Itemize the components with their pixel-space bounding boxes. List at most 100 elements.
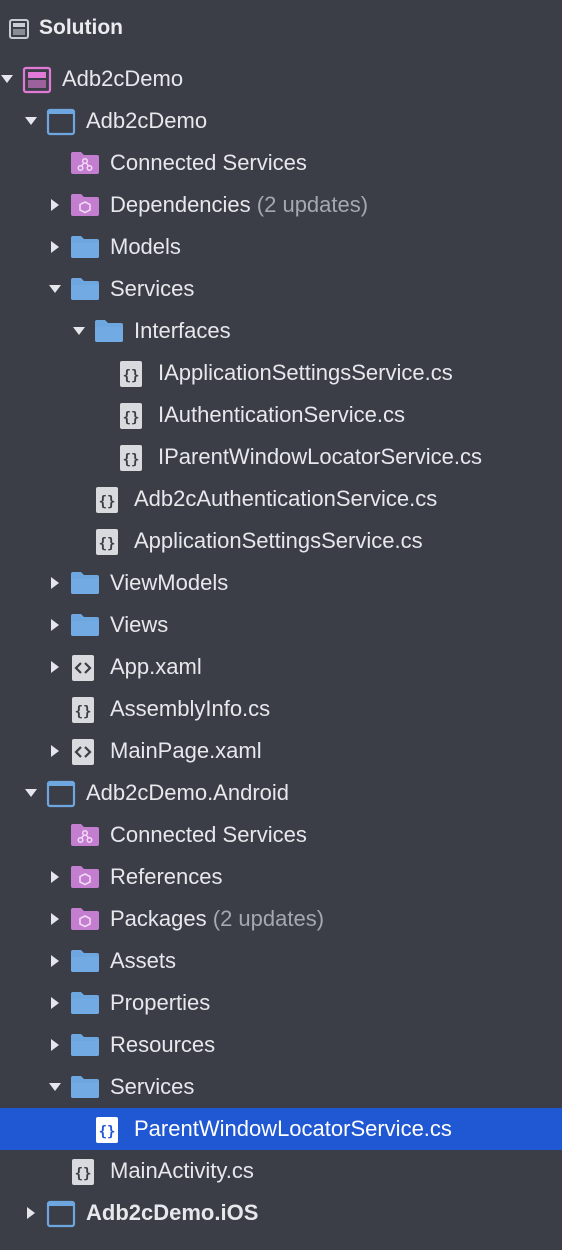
disclosure-collapsed-icon[interactable] — [48, 898, 62, 940]
disclosure-collapsed-icon[interactable] — [48, 940, 62, 982]
tree-item[interactable]: Connected Services — [0, 814, 562, 856]
tree-item[interactable]: App.xaml — [0, 646, 562, 688]
tree-item[interactable]: Resources — [0, 1024, 562, 1066]
folder-icon — [70, 276, 99, 302]
disclosure-collapsed-icon[interactable] — [48, 730, 62, 772]
svg-text:{}: {} — [75, 704, 92, 720]
package-folder-icon — [70, 864, 99, 890]
folder-icon — [70, 948, 99, 974]
disclosure-collapsed-icon[interactable] — [48, 184, 62, 226]
tree-item[interactable]: {} Adb2cAuthenticationService.cs — [0, 478, 562, 520]
svg-text:{}: {} — [75, 1166, 92, 1182]
tree-item[interactable]: Packages (2 updates) — [0, 898, 562, 940]
tree-item-label: ParentWindowLocatorService.cs — [134, 1116, 452, 1141]
tree-item[interactable]: Services — [0, 1066, 562, 1108]
tree-item[interactable]: Adb2cDemo.Android — [0, 772, 562, 814]
tree-item-label: Services — [110, 1074, 195, 1099]
svg-text:{}: {} — [99, 494, 116, 510]
tree-item[interactable]: Adb2cDemo — [0, 100, 562, 142]
solution-header: Solution — [0, 0, 562, 58]
tree-item-label: Properties — [110, 990, 211, 1015]
disclosure-expanded-icon[interactable] — [48, 268, 62, 310]
tree-item-label: IParentWindowLocatorService.cs — [158, 444, 483, 469]
xaml-file-icon — [70, 654, 98, 681]
disclosure-collapsed-icon[interactable] — [24, 1192, 38, 1234]
tree-item[interactable]: Models — [0, 226, 562, 268]
svg-text:{}: {} — [123, 452, 140, 468]
folder-icon — [94, 318, 123, 344]
tree-item-label: Connected Services — [110, 822, 307, 847]
tree-item-label: MainActivity.cs — [110, 1158, 254, 1183]
tree-item-label: Views — [110, 612, 169, 637]
csharp-file-icon: {} — [94, 1116, 122, 1143]
tree-item[interactable]: ViewModels — [0, 562, 562, 604]
csharp-file-icon: {} — [94, 486, 122, 513]
tree-item-label: MainPage.xaml — [110, 738, 262, 763]
update-count-label: (2 updates) — [250, 192, 369, 217]
tree-item[interactable]: Adb2cDemo — [0, 58, 562, 100]
disclosure-expanded-icon[interactable] — [24, 772, 38, 814]
tree-item[interactable]: MainPage.xaml — [0, 730, 562, 772]
tree-item[interactable]: Connected Services — [0, 142, 562, 184]
tree-item-label: References — [110, 864, 223, 889]
tree-item-label: AssemblyInfo.cs — [110, 696, 271, 721]
tree-item[interactable]: {} IParentWindowLocatorService.cs — [0, 436, 562, 478]
disclosure-collapsed-icon[interactable] — [48, 856, 62, 898]
tree-item-label: Adb2cDemo — [62, 66, 184, 91]
tree-item-label: IApplicationSettingsService.cs — [158, 360, 453, 385]
tree-item-label: Connected Services — [110, 150, 307, 175]
tree-item[interactable]: {} IAuthenticationService.cs — [0, 394, 562, 436]
tree-item-label: Packages (2 updates) — [110, 906, 325, 931]
disclosure-collapsed-icon[interactable] — [48, 562, 62, 604]
tree-item[interactable]: Services — [0, 268, 562, 310]
tree-item-label: Models — [110, 234, 181, 259]
csharp-file-icon: {} — [118, 402, 146, 429]
package-folder-icon — [70, 192, 99, 218]
disclosure-expanded-icon[interactable] — [24, 100, 38, 142]
folder-icon — [70, 612, 99, 638]
tree-item[interactable]: {} ApplicationSettingsService.cs — [0, 520, 562, 562]
csharp-file-icon: {} — [118, 444, 146, 471]
tree-item-label: Adb2cDemo.Android — [86, 780, 290, 805]
tree-item[interactable]: Assets — [0, 940, 562, 982]
disclosure-collapsed-icon[interactable] — [48, 982, 62, 1024]
tree-item[interactable]: Dependencies (2 updates) — [0, 184, 562, 226]
xaml-file-icon — [70, 738, 98, 765]
tree-item[interactable]: {} MainActivity.cs — [0, 1150, 562, 1192]
tree-item-label: IAuthenticationService.cs — [158, 402, 406, 427]
tree-item[interactable]: {} AssemblyInfo.cs — [0, 688, 562, 730]
package-folder-icon — [70, 906, 99, 932]
project-icon — [46, 780, 76, 808]
tree-item-label: Resources — [110, 1032, 216, 1057]
svg-text:{}: {} — [123, 410, 140, 426]
tree-item[interactable]: Adb2cDemo.iOS — [0, 1192, 562, 1234]
project-icon — [46, 1200, 76, 1228]
tree-item-label: Services — [110, 276, 195, 301]
disclosure-expanded-icon[interactable] — [48, 1066, 62, 1108]
connected-services-icon — [70, 822, 99, 848]
tree-item-label: Adb2cDemo — [86, 108, 208, 133]
tree-item[interactable]: {} IApplicationSettingsService.cs — [0, 352, 562, 394]
svg-text:{}: {} — [99, 536, 116, 552]
disclosure-collapsed-icon[interactable] — [48, 1024, 62, 1066]
tree-item-label: Adb2cDemo.iOS — [86, 1200, 259, 1225]
solution-project-icon — [22, 66, 52, 94]
tree-item[interactable]: {} ParentWindowLocatorService.cs — [0, 1108, 562, 1150]
solution-title: Solution — [39, 16, 123, 39]
tree-item-label: ViewModels — [110, 570, 229, 595]
tree-item-label: Assets — [110, 948, 177, 973]
tree-item-label: App.xaml — [110, 654, 202, 679]
disclosure-collapsed-icon[interactable] — [48, 226, 62, 268]
disclosure-collapsed-icon[interactable] — [48, 604, 62, 646]
csharp-file-icon: {} — [70, 696, 98, 723]
disclosure-expanded-icon[interactable] — [0, 58, 14, 100]
tree-item[interactable]: Views — [0, 604, 562, 646]
disclosure-collapsed-icon[interactable] — [48, 646, 62, 688]
tree-item[interactable]: Properties — [0, 982, 562, 1024]
tree-item[interactable]: Interfaces — [0, 310, 562, 352]
disclosure-expanded-icon[interactable] — [72, 310, 86, 352]
project-icon — [46, 108, 76, 136]
tree-item[interactable]: References — [0, 856, 562, 898]
folder-icon — [70, 1032, 99, 1058]
svg-text:{}: {} — [123, 368, 140, 384]
